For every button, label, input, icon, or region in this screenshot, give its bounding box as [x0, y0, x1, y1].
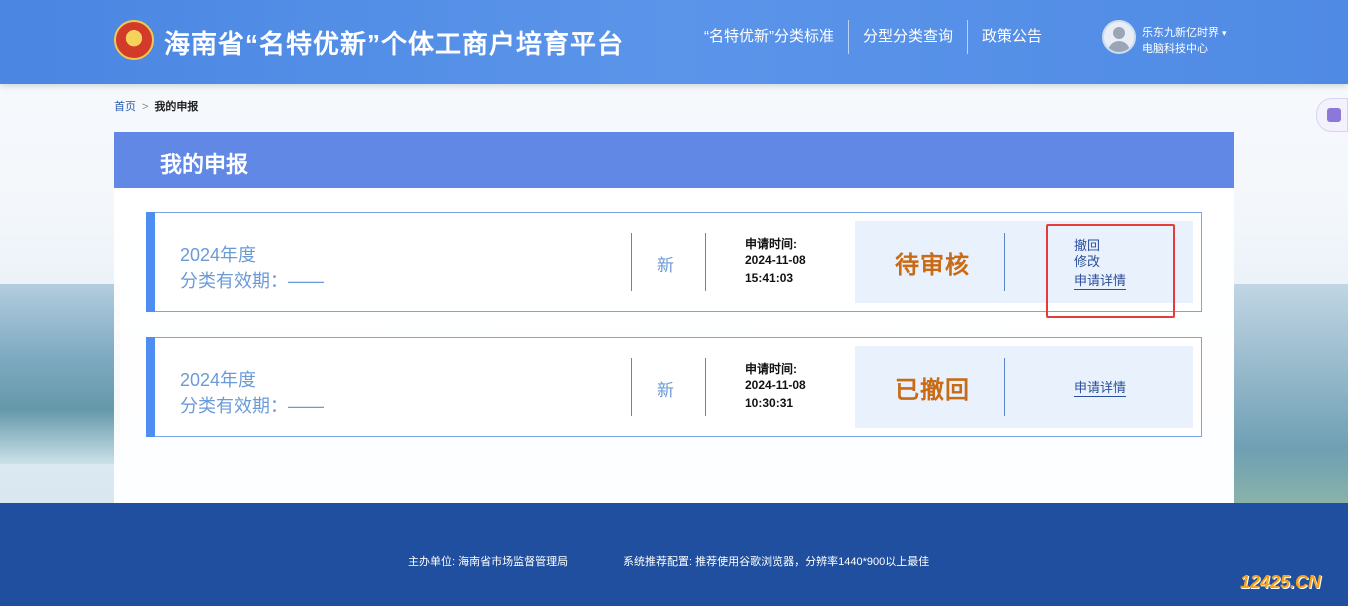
status-badge: 待审核	[895, 252, 970, 279]
divider	[1004, 233, 1005, 291]
time-clock: 15:41:03	[745, 271, 794, 285]
nav-classification-standard[interactable]: “名特优新”分类标准	[690, 20, 849, 54]
application-record: 2024年度 分类有效期：—— 新 申请时间: 2024-11-08 10:30…	[146, 337, 1202, 437]
floating-assistant-icon[interactable]	[1316, 98, 1348, 132]
record-validity: 分类有效期：——	[180, 271, 324, 291]
time-date: 2024-11-08	[745, 253, 806, 267]
application-record: 2024年度 分类有效期：—— 新 申请时间: 2024-11-08 15:41…	[146, 212, 1202, 312]
footer: 主办单位: 海南省市场监督管理局 系统推荐配置: 推荐使用谷歌浏览器，分辨率14…	[0, 503, 1348, 606]
avatar[interactable]	[1102, 20, 1136, 54]
panel-header: 我的申报	[114, 132, 1234, 188]
user-org: 电脑科技中心	[1142, 43, 1208, 55]
application-detail-link[interactable]: 申请详情	[1074, 377, 1127, 397]
time-date: 2024-11-08	[745, 378, 806, 392]
user-name: 乐东九新亿时界	[1142, 27, 1219, 39]
status-badge: 已撤回	[895, 377, 970, 404]
divider	[705, 358, 706, 416]
record-type: 新	[657, 256, 674, 275]
footer-host: 主办单位: 海南省市场监督管理局	[408, 556, 569, 568]
breadcrumb-separator-icon: >	[142, 101, 149, 113]
breadcrumb-current: 我的申报	[154, 101, 199, 113]
status-box: 已撤回 申请详情	[855, 346, 1193, 428]
highlight-annotation	[1046, 224, 1175, 318]
divider	[631, 233, 632, 291]
time-label: 申请时间:	[745, 362, 797, 376]
record-validity: 分类有效期：——	[180, 396, 324, 416]
top-header: 海南省“名特优新”个体工商户培育平台 “名特优新”分类标准 分型分类查询 政策公…	[0, 0, 1348, 84]
footer-config: 系统推荐配置: 推荐使用谷歌浏览器，分辨率1440*900以上最佳	[623, 556, 930, 568]
time-label: 申请时间:	[745, 237, 797, 251]
nav-policy-announcement[interactable]: 政策公告	[968, 20, 1056, 54]
divider	[1004, 358, 1005, 416]
divider	[631, 358, 632, 416]
site-title: 海南省“名特优新”个体工商户培育平台	[164, 29, 625, 59]
record-year: 2024年度	[180, 370, 257, 390]
chevron-down-icon[interactable]: ▾	[1222, 28, 1227, 39]
breadcrumb-home[interactable]: 首页	[114, 101, 136, 113]
divider	[705, 233, 706, 291]
main-panel: 我的申报 2024年度 分类有效期：—— 新 申请时间: 2024-11-08 …	[114, 132, 1234, 527]
scenery-left	[0, 284, 120, 464]
nav-classification-query[interactable]: 分型分类查询	[849, 20, 969, 54]
time-clock: 10:30:31	[745, 396, 794, 410]
main-nav: “名特优新”分类标准 分型分类查询 政策公告	[690, 20, 1056, 54]
national-emblem-icon	[114, 20, 154, 60]
watermark-logo: 12425.CN	[1240, 572, 1322, 592]
record-type: 新	[657, 381, 674, 400]
breadcrumb: 首页 > 我的申报	[114, 98, 198, 114]
record-year: 2024年度	[180, 245, 257, 265]
page-title: 我的申报	[160, 152, 249, 177]
